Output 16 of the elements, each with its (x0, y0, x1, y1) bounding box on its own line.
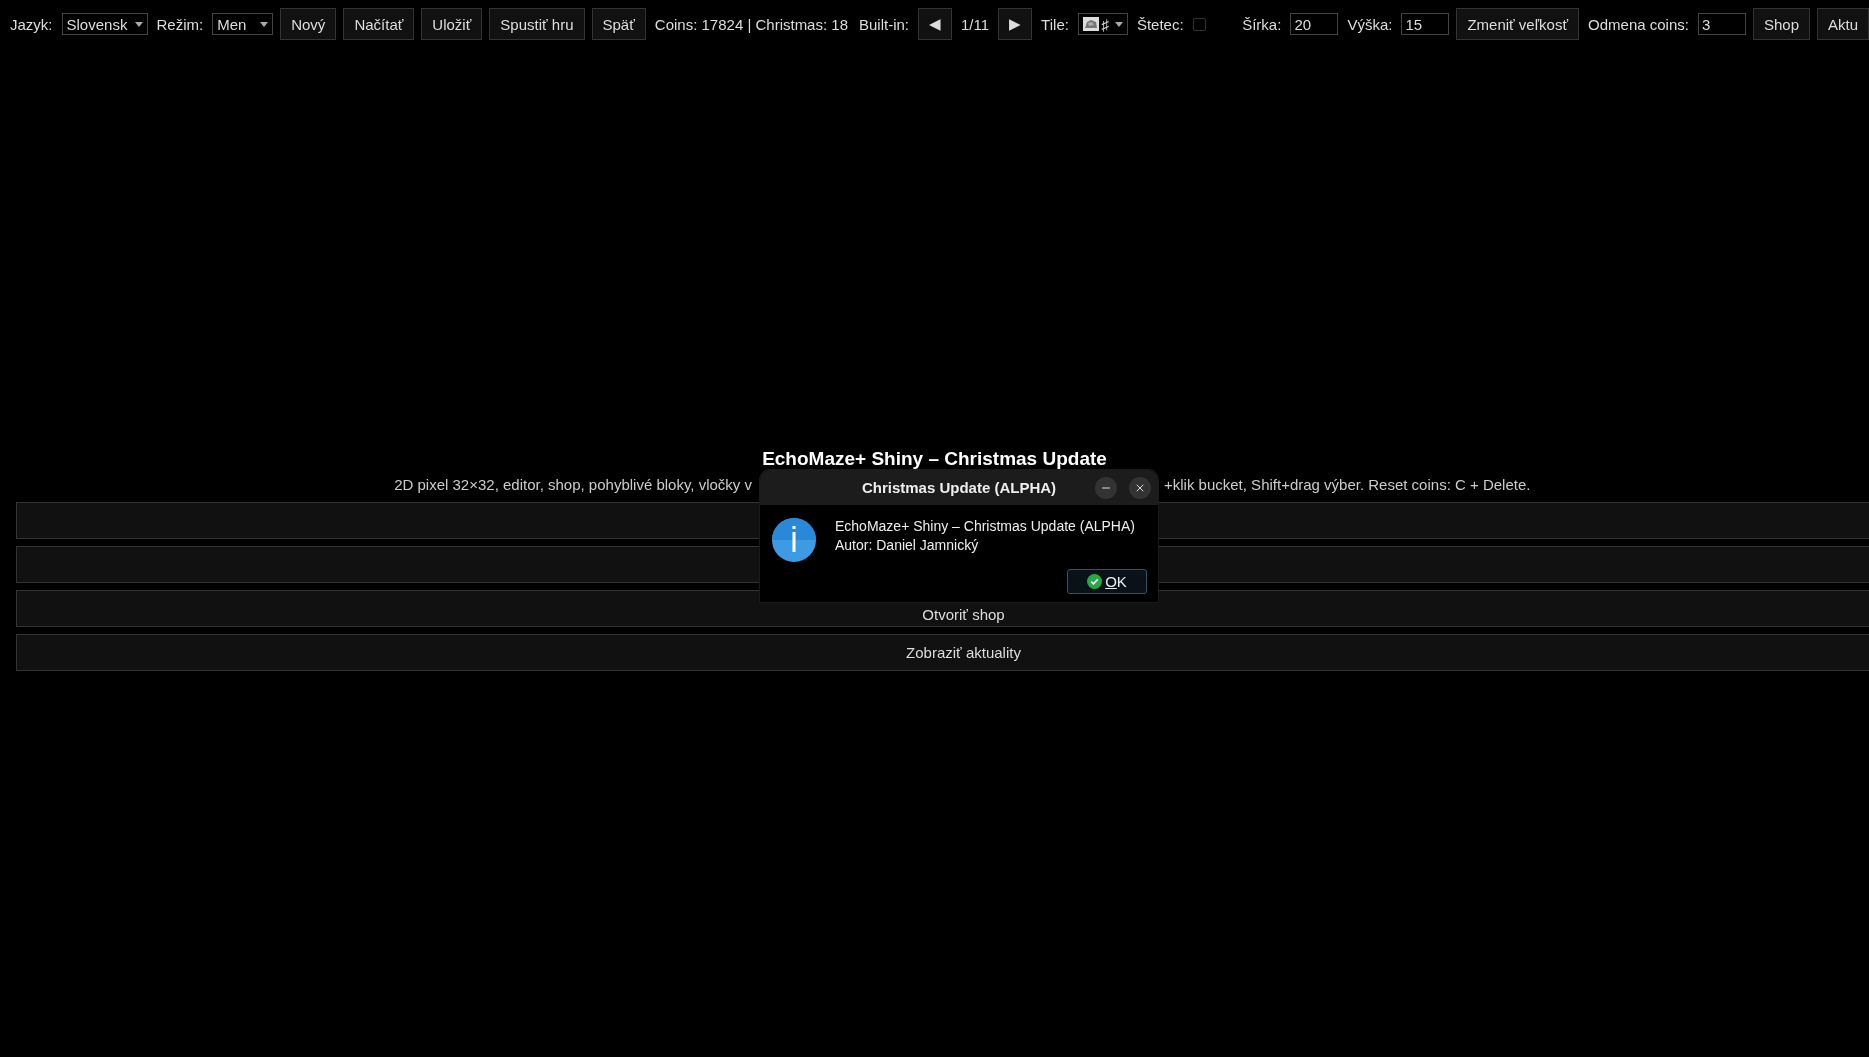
toolbar-label: Šírka: (1242, 15, 1282, 33)
toolbar-label: Režim: (156, 15, 204, 33)
subtitle-text: 2D pixel 32×32, editor, shop, pohyblivé bloky, vločky v (394, 475, 752, 493)
dialog-title: Christmas Update (ALPHA) (861, 479, 1057, 496)
dialog-message: Autor: Daniel Jamnický (835, 536, 980, 555)
toolbar-label: Výška: (1347, 15, 1393, 33)
toolbar-label: Built-in: (859, 15, 909, 33)
toolbar-label: Coins: 17824 | Christmas: 18 (654, 15, 848, 33)
subtitle-text: +klik bucket, Shift+drag výber. Reset coins: C + Delete. (1164, 475, 1531, 493)
toolbar-label: Odmena coins: (1588, 15, 1689, 33)
dialog-message: EchoMaze+ Shiny – Christmas Update (ALPHA) (835, 517, 1135, 536)
game-title: EchoMaze+ Shiny – Christmas Update (762, 448, 1107, 471)
toolbar-label: Jazyk: (10, 15, 53, 33)
toolbar-label: 1/11 (961, 15, 990, 33)
toolbar-label: Tile: (1041, 15, 1069, 33)
toolbar-label: Štetec: (1136, 15, 1184, 33)
